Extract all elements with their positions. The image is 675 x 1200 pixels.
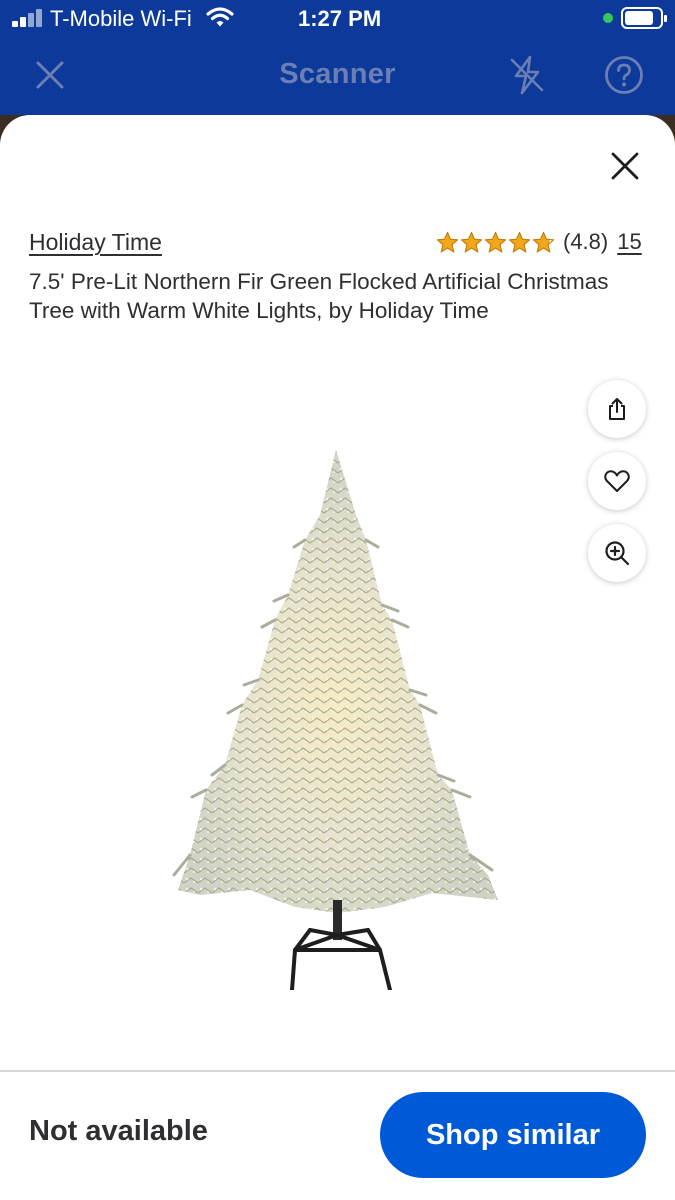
zoom-button[interactable] (588, 524, 646, 582)
carrier-label: T-Mobile Wi-Fi (50, 6, 192, 31)
cellular-signal-icon (12, 9, 44, 27)
star-icon (532, 231, 555, 252)
favorite-button[interactable] (588, 452, 646, 510)
help-icon[interactable] (604, 55, 644, 95)
share-button[interactable] (588, 380, 646, 438)
heart-icon (604, 470, 630, 492)
header-title: Scanner (279, 58, 396, 90)
footer-divider (0, 1070, 675, 1072)
product-title: 7.5' Pre-Lit Northern Fir Green Flocked … (29, 269, 609, 323)
close-icon[interactable] (608, 149, 642, 183)
review-count-link[interactable]: 15 (617, 229, 641, 255)
zoom-in-icon (605, 541, 630, 566)
flocked-christmas-tree-image (172, 450, 498, 990)
rating-stars (436, 231, 555, 254)
privacy-indicator-dot (603, 13, 613, 23)
star-icon (484, 231, 507, 252)
flash-off-icon[interactable] (508, 54, 546, 96)
brand-link[interactable]: Holiday Time (29, 229, 162, 256)
star-icon (460, 231, 483, 252)
battery-icon (621, 7, 667, 29)
star-icon (436, 231, 459, 252)
availability-status: Not available (29, 1115, 208, 1147)
shop-similar-button[interactable]: Shop similar (380, 1092, 646, 1178)
product-sheet: Holiday Time (4.8) 15 7.5' Pre-Lit North… (0, 115, 675, 1200)
scanner-header: Scanner (0, 38, 675, 115)
star-icon (508, 231, 531, 252)
rating-value: (4.8) (563, 229, 609, 254)
share-icon (609, 398, 625, 420)
status-bar: T-Mobile Wi-Fi 1:27 PM (0, 0, 675, 38)
product-rating[interactable]: (4.8) 15 (436, 228, 642, 256)
clock: 1:27 PM (298, 6, 382, 31)
wifi-icon (206, 7, 234, 27)
